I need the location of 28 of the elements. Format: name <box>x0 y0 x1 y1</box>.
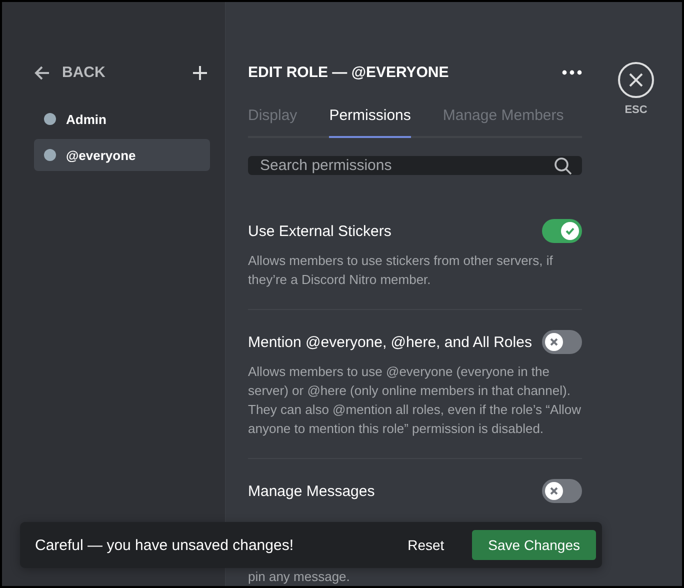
permission-name: Mention @everyone, @here, and All Roles <box>248 334 532 350</box>
tab[interactable]: Permissions <box>329 107 411 138</box>
page-title: EDIT ROLE — @EVERYONE <box>248 64 449 81</box>
role-item[interactable]: @everyone <box>34 139 210 171</box>
permission-toggle[interactable] <box>542 479 582 503</box>
search-icon <box>554 156 572 174</box>
role-item[interactable]: Admin <box>34 103 210 135</box>
role-name: Admin <box>66 112 106 126</box>
unsaved-message: Careful — you have unsaved changes! <box>35 536 294 554</box>
back-arrow-icon <box>34 66 50 80</box>
permission-description: Allows members to use @everyone (everyone in the server) or @here (only online members in that channel). They can also @mention all roles, even if the role’s “Allow anyone to mention this role” permission is disabled. <box>248 363 582 438</box>
role-name: @everyone <box>66 148 136 162</box>
close-icon[interactable] <box>618 62 654 98</box>
save-changes-button[interactable]: Save Changes <box>472 530 596 560</box>
cross-icon <box>550 338 558 346</box>
reset-button[interactable]: Reset <box>402 536 450 554</box>
permission-toggle[interactable] <box>542 330 582 354</box>
back-button[interactable]: BACK <box>34 64 106 81</box>
more-icon[interactable] <box>562 70 582 75</box>
cross-icon <box>550 487 558 495</box>
permission-name: Use External Stickers <box>248 222 392 240</box>
permission-description: Allows members to use stickers from other servers, if they’re a Discord Nitro member. <box>248 252 554 289</box>
permission-toggle[interactable] <box>542 219 582 243</box>
esc-label: ESC <box>624 104 648 116</box>
permission-name: Manage Messages <box>248 482 375 500</box>
add-icon[interactable] <box>193 66 207 80</box>
permission-description: pin any message. <box>248 568 351 586</box>
check-icon <box>565 226 575 236</box>
